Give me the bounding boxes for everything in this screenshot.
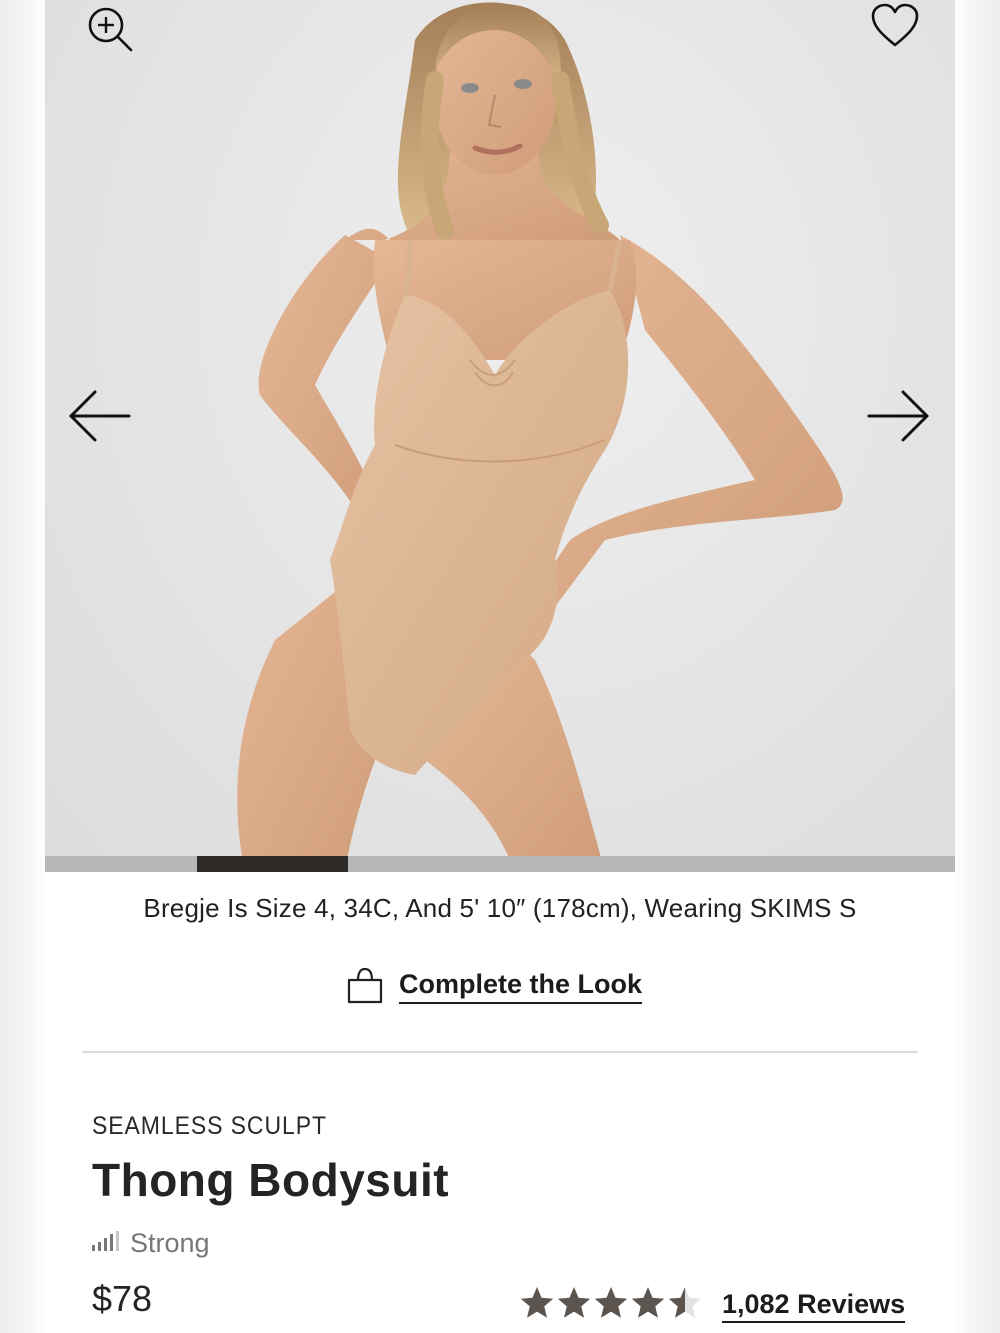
arrow-left-icon[interactable] — [65, 388, 135, 444]
product-collection: SEAMLESS SCULPT — [92, 1112, 327, 1140]
model-size-caption: Bregje Is Size 4, 34C, And 5' 10″ (178cm… — [143, 893, 857, 923]
star-icon — [520, 1287, 554, 1318]
product-image-carousel[interactable] — [45, 0, 955, 872]
compression-level: Strong — [92, 1228, 210, 1259]
reviews-link[interactable]: 1,082 Reviews — [722, 1289, 906, 1323]
carousel-progress-bar — [45, 856, 955, 872]
zoom-in-icon[interactable] — [83, 2, 137, 56]
complete-the-look-label: Complete the Look — [399, 969, 643, 1004]
star-icon — [557, 1287, 591, 1318]
shopping-bag-icon — [345, 966, 385, 1006]
star-icon — [594, 1287, 628, 1318]
product-rating[interactable]: 1,082 Reviews — [520, 1286, 906, 1325]
heart-icon[interactable] — [867, 0, 923, 52]
product-title: Thong Bodysuit — [92, 1154, 450, 1206]
product-price: $78 — [92, 1278, 153, 1319]
compression-label: Strong — [130, 1228, 210, 1258]
signal-strength-icon — [92, 1231, 120, 1256]
product-photo — [237, 2, 843, 872]
carousel-progress-indicator — [196, 856, 349, 872]
star-icon — [631, 1287, 665, 1318]
star-icon — [668, 1287, 702, 1318]
section-divider — [82, 1051, 918, 1053]
star-rating-icon — [520, 1286, 702, 1325]
arrow-right-icon[interactable] — [863, 388, 933, 444]
product-page: Bregje Is Size 4, 34C, And 5' 10″ (178cm… — [45, 0, 955, 1333]
complete-the-look-link[interactable]: Complete the Look — [345, 962, 643, 1010]
